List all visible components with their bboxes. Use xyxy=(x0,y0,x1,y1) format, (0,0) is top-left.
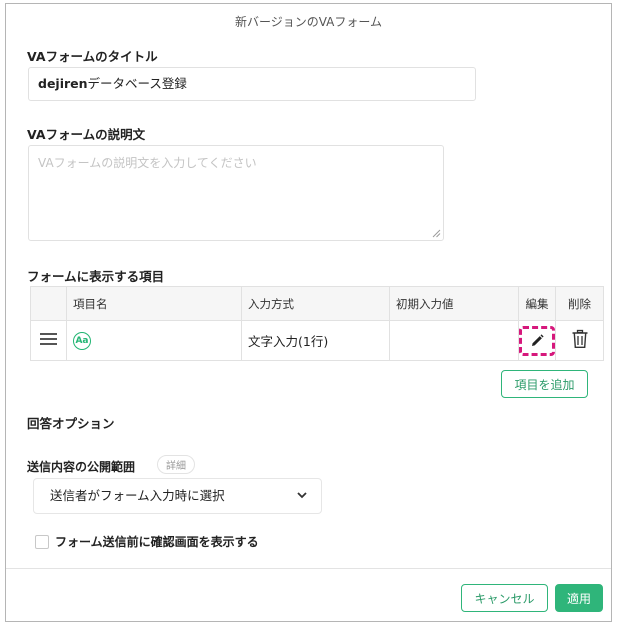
cancel-button[interactable]: キャンセル xyxy=(461,584,548,612)
text-type-icon: Aa xyxy=(73,332,91,350)
item-initial-value-cell xyxy=(389,320,519,361)
form-title-label: VAフォームのタイトル xyxy=(27,49,158,64)
confirm-label[interactable]: フォーム送信前に確認画面を表示する xyxy=(55,533,259,550)
form-title-value-rest: データベース登録 xyxy=(87,76,187,91)
trash-icon[interactable] xyxy=(571,329,589,349)
form-title-input[interactable]: dejirenデータベース登録 xyxy=(28,67,476,101)
item-name-cell: Aa xyxy=(66,320,242,361)
edit-cell xyxy=(518,320,556,361)
footer-divider xyxy=(6,568,611,569)
dialog: 新バージョンのVAフォーム VAフォームのタイトル dejirenデータベース登… xyxy=(5,3,612,622)
delete-cell xyxy=(555,320,604,361)
form-description-label: VAフォームの説明文 xyxy=(27,127,146,142)
items-table-header: 項目名 入力方式 初期入力値 編集 削除 xyxy=(30,286,604,321)
items-section-label: フォームに表示する項目 xyxy=(27,269,165,284)
confirm-checkbox[interactable] xyxy=(35,535,49,549)
form-description-placeholder: VAフォームの説明文を入力してください xyxy=(38,156,257,170)
visibility-label: 送信内容の公開範囲 xyxy=(27,460,136,474)
visibility-select[interactable]: 送信者がフォーム入力時に選択 xyxy=(33,478,322,514)
dialog-title: 新バージョンのVAフォーム xyxy=(234,15,383,29)
item-input-type-cell: 文字入力(1行) xyxy=(241,320,390,361)
header-initial-value: 初期入力値 xyxy=(389,286,519,321)
drag-handle-cell[interactable] xyxy=(30,320,67,361)
header-name: 項目名 xyxy=(66,286,242,321)
pencil-icon xyxy=(532,333,544,346)
detail-badge[interactable]: 詳細 xyxy=(157,455,195,474)
form-description-textarea[interactable]: VAフォームの説明文を入力してください xyxy=(28,145,444,241)
visibility-selected-value: 送信者がフォーム入力時に選択 xyxy=(50,488,225,503)
resize-grip-icon[interactable] xyxy=(432,229,441,238)
header-input-type: 入力方式 xyxy=(241,286,390,321)
answer-options-heading: 回答オプション xyxy=(27,416,115,431)
chevron-down-icon xyxy=(297,492,307,499)
add-item-button[interactable]: 項目を追加 xyxy=(501,370,588,398)
form-title-value-latin: dejiren xyxy=(38,76,88,91)
header-drag xyxy=(30,286,67,321)
items-table: 項目名 入力方式 初期入力値 編集 削除 Aa 文字入力(1行) xyxy=(30,286,604,361)
drag-handle-icon[interactable] xyxy=(40,330,57,348)
apply-button[interactable]: 適用 xyxy=(555,584,603,612)
table-row: Aa 文字入力(1行) xyxy=(30,320,604,361)
edit-button[interactable] xyxy=(519,325,555,356)
header-edit: 編集 xyxy=(518,286,556,321)
header-delete: 削除 xyxy=(555,286,604,321)
